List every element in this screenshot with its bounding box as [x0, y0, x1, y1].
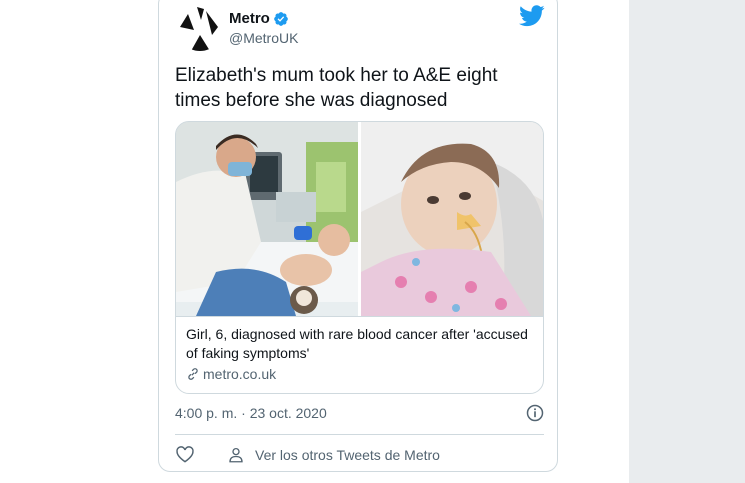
display-name[interactable]: Metro	[229, 10, 270, 27]
link-preview-card[interactable]: Girl, 6, diagnosed with rare blood cance…	[175, 121, 544, 394]
handle[interactable]: @MetroUK	[229, 30, 298, 46]
embedded-tweet[interactable]: Metro @MetroUK Elizabeth's mum took her …	[158, 0, 558, 472]
link-icon	[188, 368, 198, 380]
timestamp[interactable]: 4:00 p. m. · 23 oct. 2020	[175, 405, 327, 421]
view-more-tweets-link[interactable]: Ver los otros Tweets de Metro	[227, 446, 440, 464]
side-panel	[629, 0, 745, 483]
link-title[interactable]: Girl, 6, diagnosed with rare blood cance…	[186, 325, 531, 363]
verified-badge-icon	[274, 11, 288, 26]
avatar[interactable]	[177, 5, 223, 51]
doctor-examining-child-image	[176, 122, 358, 316]
person-icon	[229, 447, 243, 463]
link-domain-text: metro.co.uk	[203, 366, 277, 382]
twitter-bird-icon[interactable]	[519, 5, 545, 27]
girl-in-hospital-bed-image	[361, 122, 543, 316]
info-icon[interactable]	[525, 403, 545, 423]
view-more-tweets-label: Ver los otros Tweets de Metro	[255, 447, 440, 463]
tweet-text: Elizabeth's mum took her to A&E eight ti…	[175, 65, 498, 111]
heart-icon[interactable]	[175, 445, 195, 465]
link-domain[interactable]: metro.co.uk	[186, 366, 276, 382]
divider	[175, 434, 544, 435]
